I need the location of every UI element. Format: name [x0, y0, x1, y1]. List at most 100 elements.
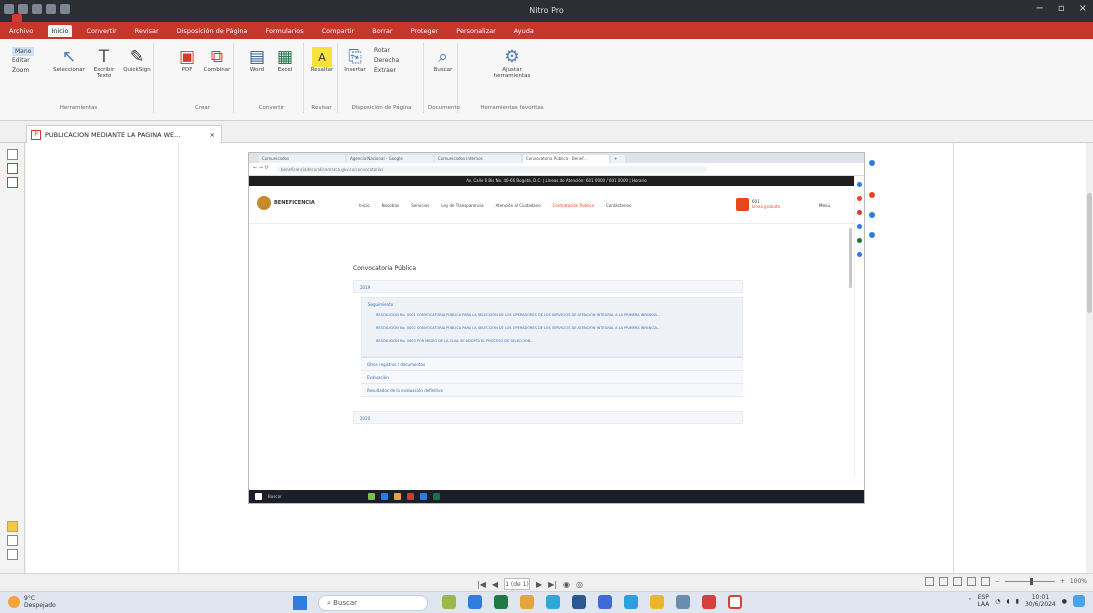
document-tabs: P PUBLICACION MEDIANTE LA PAGINA WE... × — [0, 121, 1093, 143]
tab-convertir[interactable]: Convertir — [84, 25, 120, 37]
new-tab-icon: + — [611, 155, 625, 163]
prev-page-icon[interactable]: ◀ — [492, 580, 498, 589]
site-nav-item: Inicio — [359, 203, 370, 208]
embedded-taskbar: Buscar — [249, 490, 864, 503]
tab-disposicion[interactable]: Disposición de Página — [174, 25, 251, 37]
type-text-button[interactable]: T Escribir Texto — [89, 47, 119, 79]
layers-panel-icon[interactable] — [7, 549, 18, 560]
pdf-app-icon[interactable] — [728, 595, 742, 609]
back-icon: ← → ⟳ — [253, 165, 269, 171]
adjust-tools-button[interactable]: ⚙ Ajustar herramientas — [492, 47, 532, 79]
chrome-icon[interactable] — [520, 595, 534, 609]
close-tab-icon[interactable]: × — [210, 131, 215, 139]
signatures-panel-icon[interactable] — [7, 177, 18, 188]
rotate-right-button[interactable]: Derecha — [374, 57, 399, 64]
tab-ayuda[interactable]: Ayuda — [511, 25, 537, 37]
zoom-level: 100% — [1069, 578, 1087, 585]
pdf-button[interactable]: ▣ PDF — [174, 47, 200, 73]
clock[interactable]: 10:01 30/6/2024 — [1025, 594, 1056, 608]
tab-compartir[interactable]: Compartir — [319, 25, 358, 37]
facing-continuous-icon[interactable] — [966, 577, 976, 586]
zoom-tool-button[interactable]: Zoom — [12, 67, 29, 74]
to-word-button[interactable]: ▤ Word — [244, 47, 270, 73]
folder-icon[interactable] — [650, 595, 664, 609]
sub-item: Evaluación — [361, 371, 743, 384]
bookmarks-panel-icon[interactable] — [7, 535, 18, 546]
app-title: Nitro Pro — [529, 6, 564, 15]
tab-personalizar[interactable]: Personalizar — [453, 25, 499, 37]
weather-widget[interactable]: 9°C Despejado — [8, 595, 56, 609]
tab-inicio[interactable]: Inicio — [48, 24, 72, 37]
word-app-icon[interactable] — [572, 595, 586, 609]
combine-button[interactable]: ⧉ Combinar — [202, 47, 232, 73]
find-button[interactable]: ⌕ Buscar — [430, 47, 456, 73]
close-icon[interactable]: × — [1079, 3, 1087, 14]
page-navigation: |◀ ◀ 1 (de 1) ▶ ▶| ◉ ◎ — [477, 577, 583, 591]
vertical-scrollbar[interactable] — [1086, 143, 1093, 575]
site-top-band: Av. Calle 6 Bis No. 40-66 Bogotá, D.C. |… — [249, 176, 864, 186]
scrollbar-thumb[interactable] — [1087, 193, 1092, 313]
continuous-icon[interactable] — [938, 577, 948, 586]
notification-icon[interactable]: ● — [1062, 598, 1067, 605]
site-nav-item-active: Contratación Pública — [552, 203, 594, 208]
quicksign-button[interactable]: ✎ QuickSign — [122, 47, 152, 73]
previous-view-icon[interactable]: ◉ — [563, 580, 570, 589]
select-button[interactable]: ↖ Seleccionar — [53, 47, 85, 73]
extract-button[interactable]: Extraer — [374, 67, 396, 74]
document-tab[interactable]: P PUBLICACION MEDIANTE LA PAGINA WE... × — [26, 125, 222, 143]
last-page-icon[interactable]: ▶| — [548, 580, 557, 589]
system-tray: ˄ ESP LAA ◔ ◖ ▮ 10:01 30/6/2024 ● — [968, 594, 1085, 608]
file-explorer-icon[interactable] — [468, 595, 482, 609]
next-view-icon[interactable]: ◎ — [576, 580, 583, 589]
tray-overflow-icon[interactable]: ˄ — [968, 598, 971, 605]
combine-icon: ⧉ — [210, 47, 224, 67]
tab-formularios[interactable]: Formularios — [263, 25, 307, 37]
facing-icon[interactable] — [952, 577, 962, 586]
attachments-panel-icon[interactable] — [7, 163, 18, 174]
site-nav-item: Contáctenos — [605, 203, 632, 208]
hand-tool-button[interactable]: Mano — [12, 47, 35, 56]
edit-tool-button[interactable]: Editar — [12, 57, 30, 64]
tab-proteger[interactable]: Proteger — [408, 25, 442, 37]
site-nav-item: Atención al Ciudadano — [495, 203, 541, 208]
zoom-slider-thumb[interactable] — [1029, 578, 1033, 585]
windows-start-icon[interactable] — [293, 596, 307, 610]
tab-borrar[interactable]: Borrar — [369, 25, 395, 37]
first-page-icon[interactable]: |◀ — [477, 580, 486, 589]
tab-revisar[interactable]: Revisar — [132, 25, 162, 37]
outlook-icon[interactable] — [598, 595, 612, 609]
store-icon[interactable] — [676, 595, 690, 609]
maximize-icon[interactable]: ▫ — [1058, 3, 1065, 14]
zoom-in-icon[interactable]: + — [1060, 578, 1065, 585]
taskbar-search[interactable]: ⌕ Buscar — [318, 595, 428, 611]
highlight-button[interactable]: A Resaltar — [308, 47, 336, 73]
sub-item: Resultados de la evaluación definitiva — [361, 384, 743, 397]
copilot-icon[interactable] — [1073, 595, 1085, 607]
to-excel-button[interactable]: ▦ Excel — [272, 47, 298, 73]
edge-icon[interactable] — [546, 595, 560, 609]
insert-button[interactable]: ⎘ Insertar — [342, 47, 368, 73]
tab-archivo[interactable]: Archivo — [6, 25, 36, 37]
battery-icon[interactable]: ▮ — [1016, 598, 1019, 605]
next-page-icon[interactable]: ▶ — [536, 580, 542, 589]
accordion-item: 2020 — [353, 411, 743, 424]
volume-icon[interactable]: ◖ — [1007, 598, 1010, 605]
wifi-icon[interactable]: ◔ — [995, 598, 1000, 605]
excel-icon: ▦ — [276, 47, 294, 67]
minimize-icon[interactable]: − — [1035, 3, 1043, 14]
teams-icon[interactable] — [624, 595, 638, 609]
nitro-app-icon[interactable] — [702, 595, 716, 609]
excel-app-icon[interactable] — [494, 595, 508, 609]
page-number-field[interactable]: 1 (de 1) — [504, 578, 531, 590]
pages-panel-icon[interactable] — [7, 149, 18, 160]
cursor-icon: ↖ — [61, 47, 77, 67]
zoom-out-icon[interactable]: − — [995, 578, 1000, 585]
fit-width-icon[interactable] — [980, 577, 990, 586]
site-nav: Inicio Nosotros Servicios Ley de Transpa… — [359, 203, 631, 208]
comments-panel-icon[interactable] — [7, 521, 18, 532]
zoom-slider[interactable] — [1004, 578, 1055, 585]
single-page-icon[interactable] — [924, 577, 934, 586]
widgets-icon[interactable] — [442, 595, 456, 609]
rotate-button[interactable]: Rotar — [374, 47, 390, 54]
title-bar: Nitro Pro − ▫ × — [0, 0, 1093, 24]
